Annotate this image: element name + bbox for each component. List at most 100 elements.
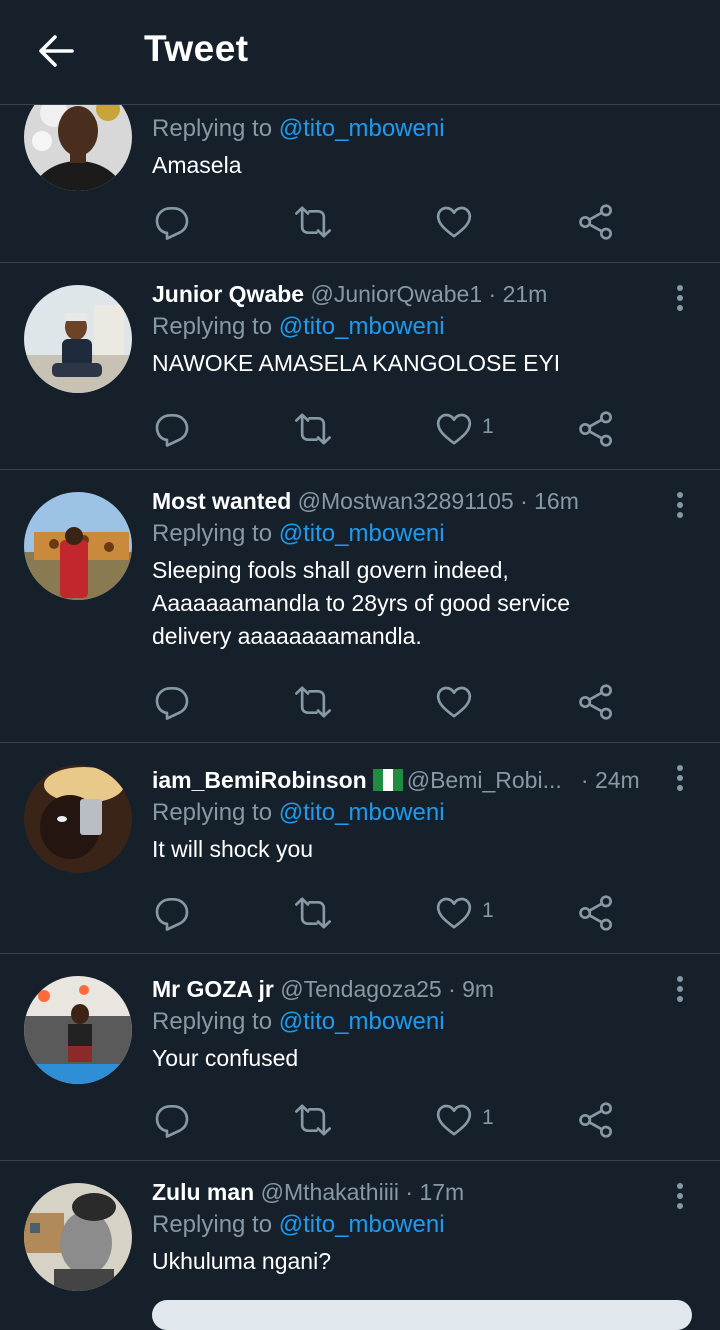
replying-to: Replying to @tito_mboweni [152, 1008, 445, 1035]
tweet-time: · 21m [488, 281, 548, 307]
retweet-icon [293, 893, 333, 933]
like-button[interactable]: 1 [434, 1100, 494, 1140]
tweet-time: · 24m [580, 767, 640, 793]
like-button[interactable] [434, 202, 474, 242]
more-options-icon[interactable] [668, 765, 692, 795]
tweet-actions [152, 682, 622, 722]
user-handle[interactable]: @JuniorQwabe1 [310, 281, 482, 307]
reply-button[interactable] [152, 202, 192, 242]
share-icon [576, 202, 616, 242]
avatar[interactable] [24, 492, 132, 600]
tweet-header: Most wanted @Mostwan32891105 · 16m [152, 486, 660, 516]
avatar[interactable] [24, 285, 132, 393]
reply-icon [152, 682, 192, 722]
heart-icon [434, 893, 474, 933]
reply-tweet[interactable]: iam_BemiRobinson @Bemi_Robi... · 24m Repl… [0, 743, 720, 954]
reply-icon [152, 409, 192, 449]
display-name[interactable]: iam_BemiRobinson [152, 767, 367, 793]
tweet-time: · 9m [448, 976, 495, 1002]
display-name[interactable]: Junior Qwabe [152, 281, 304, 307]
bottom-bar[interactable] [152, 1300, 692, 1330]
replying-to: Replying to @tito_mboweni [152, 1211, 445, 1238]
reply-tweet[interactable]: Zulu man @Mthakathiiii · 17m Replying to… [0, 1161, 720, 1311]
retweet-button[interactable] [293, 1100, 333, 1140]
share-button[interactable] [576, 1100, 616, 1140]
like-count: 1 [482, 899, 494, 922]
retweet-icon [293, 202, 333, 242]
avatar[interactable] [24, 1183, 132, 1291]
reply-button[interactable] [152, 1100, 192, 1140]
reply-tweet[interactable]: Replying to @tito_mboweni Amasela [0, 83, 720, 263]
tweet-actions: 1 [152, 1100, 622, 1140]
retweet-button[interactable] [293, 409, 333, 449]
tweet-time: · 17m [405, 1179, 465, 1205]
tweet-actions: 1 [152, 409, 622, 449]
retweet-button[interactable] [293, 202, 333, 242]
nigeria-flag-icon [372, 769, 403, 791]
share-button[interactable] [576, 409, 616, 449]
reply-icon [152, 893, 192, 933]
tweet-text: It will shock you [152, 836, 314, 862]
reply-icon [152, 1100, 192, 1140]
tweet-actions [152, 202, 622, 242]
reply-button[interactable] [152, 409, 192, 449]
heart-icon [434, 409, 474, 449]
display-name[interactable]: Zulu man [152, 1179, 254, 1205]
replying-to: Replying to @tito_mboweni [152, 520, 445, 547]
user-handle[interactable]: @Mostwan32891105 [298, 488, 514, 514]
share-button[interactable] [576, 893, 616, 933]
tweet-text: Your confused [152, 1045, 299, 1071]
avatar[interactable] [24, 765, 132, 873]
tweet-header: iam_BemiRobinson @Bemi_Robi... · 24m [152, 765, 650, 795]
heart-icon [434, 682, 474, 722]
reply-button[interactable] [152, 893, 192, 933]
retweet-button[interactable] [293, 682, 333, 722]
retweet-icon [293, 1100, 333, 1140]
like-button[interactable] [434, 682, 474, 722]
display-name[interactable]: Most wanted [152, 488, 291, 514]
share-icon [576, 409, 616, 449]
tweet-header: Junior Qwabe @JuniorQwabe1 · 21m [152, 279, 660, 309]
reply-button[interactable] [152, 682, 192, 722]
mention-link[interactable]: @tito_mboweni [279, 520, 445, 547]
retweet-icon [293, 682, 333, 722]
avatar[interactable] [24, 976, 132, 1084]
top-bar: Tweet [0, 0, 720, 105]
mention-link[interactable]: @tito_mboweni [279, 115, 445, 142]
mention-link[interactable]: @tito_mboweni [279, 1211, 445, 1238]
tweet-text: Sleeping fools shall govern indeed, Aaaaa… [152, 557, 571, 649]
share-icon [576, 893, 616, 933]
user-handle[interactable]: @Tendagoza25 [280, 976, 441, 1002]
more-options-icon[interactable] [668, 492, 692, 522]
tweet-actions: 1 [152, 893, 622, 933]
more-options-icon[interactable] [668, 285, 692, 315]
reply-tweet[interactable]: Mr GOZA jr @Tendagoza25 · 9m Replying to… [0, 954, 720, 1161]
user-handle[interactable]: @Bemi_Robi... [407, 767, 562, 793]
heart-icon [434, 202, 474, 242]
user-handle[interactable]: @Mthakathiiii [261, 1179, 399, 1205]
reply-tweet[interactable]: Most wanted @Mostwan32891105 · 16m Reply… [0, 470, 720, 743]
share-icon [576, 1100, 616, 1140]
mention-link[interactable]: @tito_mboweni [279, 313, 445, 340]
retweet-button[interactable] [293, 893, 333, 933]
reply-icon [152, 202, 192, 242]
reply-tweet[interactable]: Junior Qwabe @JuniorQwabe1 · 21m Replyin… [0, 263, 720, 470]
replying-to: Replying to @tito_mboweni [152, 115, 445, 142]
tweet-header: Mr GOZA jr @Tendagoza25 · 9m [152, 974, 660, 1004]
reply-feed: Replying to @tito_mboweni Amasela Junior… [0, 83, 720, 1311]
like-button[interactable]: 1 [434, 893, 494, 933]
like-button[interactable]: 1 [434, 409, 494, 449]
like-count: 1 [482, 1106, 494, 1129]
mention-link[interactable]: @tito_mboweni [279, 799, 445, 826]
display-name[interactable]: Mr GOZA jr [152, 976, 274, 1002]
more-options-icon[interactable] [668, 976, 692, 1006]
replying-to: Replying to @tito_mboweni [152, 313, 445, 340]
mention-link[interactable]: @tito_mboweni [279, 1008, 445, 1035]
back-arrow-icon[interactable] [36, 31, 76, 71]
page-title: Tweet [144, 28, 249, 69]
share-button[interactable] [576, 202, 616, 242]
retweet-icon [293, 409, 333, 449]
tweet-header: Zulu man @Mthakathiiii · 17m [152, 1177, 660, 1207]
share-button[interactable] [576, 682, 616, 722]
more-options-icon[interactable] [668, 1183, 692, 1213]
